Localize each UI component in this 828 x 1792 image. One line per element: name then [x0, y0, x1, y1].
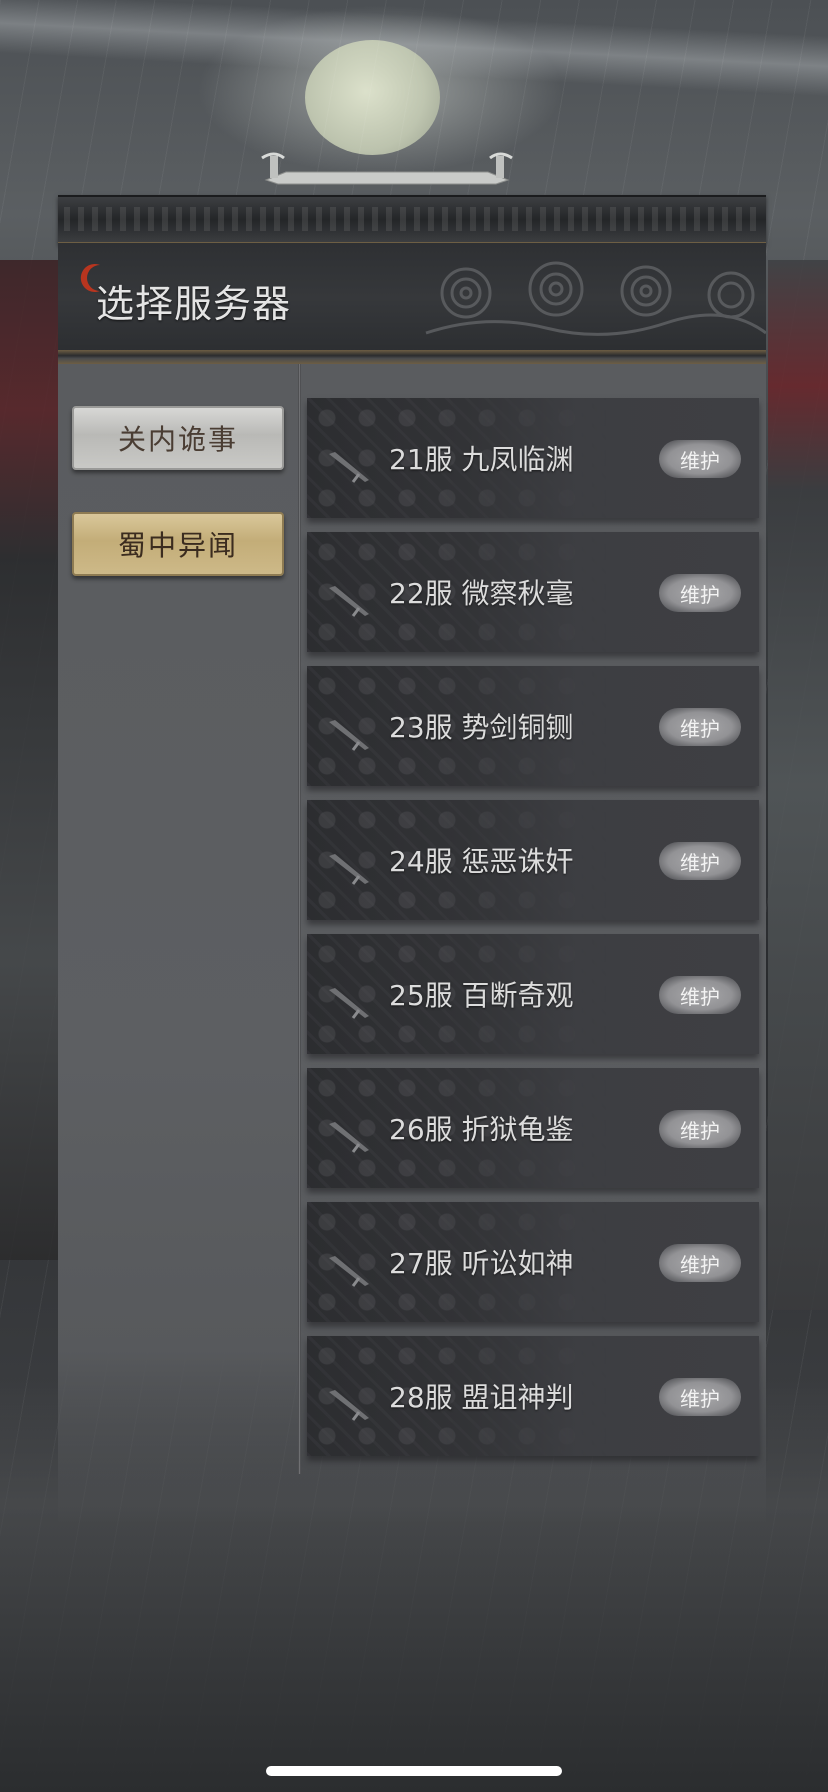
server-row-28[interactable]: 28服 盟诅神判 维护: [307, 1336, 759, 1456]
panel-header: 选择服务器: [58, 243, 766, 353]
status-badge: 维护: [659, 1244, 741, 1282]
status-badge: 维护: [659, 842, 741, 880]
server-name: 27服 听讼如神: [389, 1247, 574, 1280]
sword-icon: [329, 854, 369, 885]
sword-icon: [329, 1122, 369, 1153]
server-row-26[interactable]: 26服 折狱龟鉴 维护: [307, 1068, 759, 1188]
cloud-swirl-decoration: [425, 261, 766, 336]
roof-ornament: [261, 152, 513, 185]
server-row-23[interactable]: 23服 势剑铜铡 维护: [307, 666, 759, 786]
category-tab-shuzhong[interactable]: 蜀中异闻: [72, 512, 284, 576]
category-tab-guannei[interactable]: 关内诡事: [72, 406, 284, 470]
status-badge: 维护: [659, 708, 741, 746]
status-badge: 维护: [659, 976, 741, 1014]
server-name: 23服 势剑铜铡: [389, 711, 574, 744]
server-name: 24服 惩恶诛奸: [389, 845, 574, 878]
status-badge: 维护: [659, 574, 741, 612]
status-badge: 维护: [659, 1110, 741, 1148]
panel-top-beam: [58, 195, 766, 245]
server-select-panel: 选择服务器 关内诡事 蜀中异闻 21服 九凤临渊 维护 22服 微察秋毫 维护 …: [58, 195, 766, 1525]
server-row-22[interactable]: 22服 微察秋毫 维护: [307, 532, 759, 652]
server-row-27[interactable]: 27服 听讼如神 维护: [307, 1202, 759, 1322]
category-tab-label: 蜀中异闻: [117, 529, 238, 562]
server-name: 22服 微察秋毫: [389, 577, 574, 610]
sword-icon: [329, 586, 369, 617]
status-badge: 维护: [659, 440, 741, 478]
category-tab-label: 关内诡事: [117, 423, 238, 456]
sword-icon: [329, 988, 369, 1019]
page-title: 选择服务器: [96, 282, 292, 326]
server-name: 28服 盟诅神判: [389, 1381, 574, 1414]
sword-icon: [329, 1256, 369, 1287]
status-badge: 维护: [659, 1378, 741, 1416]
sword-icon: [329, 720, 369, 751]
sidebar-divider: [298, 364, 301, 1474]
header-bottom-border: [58, 350, 766, 364]
server-row-24[interactable]: 24服 惩恶诛奸 维护: [307, 800, 759, 920]
category-sidebar: 关内诡事 蜀中异闻: [58, 364, 298, 1474]
server-row-25[interactable]: 25服 百断奇观 维护: [307, 934, 759, 1054]
right-scenery: [768, 260, 828, 1310]
sword-icon: [329, 1390, 369, 1421]
server-name: 26服 折狱龟鉴: [389, 1113, 574, 1146]
panel-body: 关内诡事 蜀中异闻 21服 九凤临渊 维护 22服 微察秋毫 维护 23服 势剑…: [58, 364, 766, 1525]
server-list: 21服 九凤临渊 维护 22服 微察秋毫 维护 23服 势剑铜铡 维护 24服 …: [307, 398, 759, 1470]
server-name: 25服 百断奇观: [389, 979, 574, 1012]
sword-icon: [329, 452, 369, 483]
server-row-21[interactable]: 21服 九凤临渊 维护: [307, 398, 759, 518]
left-scenery: [0, 260, 60, 1260]
home-indicator[interactable]: [266, 1766, 562, 1776]
server-name: 21服 九凤临渊: [389, 443, 574, 476]
